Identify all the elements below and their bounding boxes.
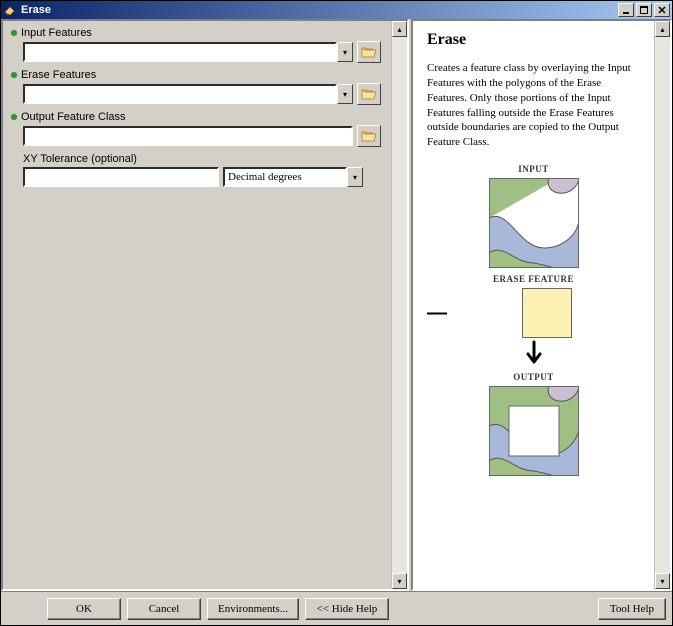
left-scrollbar[interactable]: ▴ ▾: [391, 21, 407, 589]
output-diagram-icon: [489, 386, 579, 476]
output-feature-class-browse-button[interactable]: [357, 125, 381, 147]
required-bullet-icon: [11, 72, 17, 78]
help-diagram: INPUT ERASE FEATURE: [427, 164, 640, 476]
cancel-button[interactable]: Cancel: [127, 598, 201, 620]
xy-tolerance-field[interactable]: [23, 167, 219, 187]
erase-features-browse-button[interactable]: [357, 83, 381, 105]
help-pane: Erase Creates a feature class by overlay…: [411, 19, 672, 591]
required-bullet-icon: [11, 114, 17, 120]
tool-help-button[interactable]: Tool Help: [598, 598, 666, 620]
right-scrollbar[interactable]: ▴ ▾: [654, 21, 670, 589]
xy-tolerance-unit-select[interactable]: Decimal degrees: [223, 167, 347, 187]
erase-features-field[interactable]: [23, 84, 337, 104]
parameters-pane: Input Features ▾ Erase Featur: [1, 19, 409, 591]
erase-tool-icon: [3, 3, 17, 17]
scroll-track[interactable]: [655, 37, 670, 573]
output-feature-class-field[interactable]: [23, 126, 353, 146]
folder-open-icon: [361, 129, 377, 143]
scroll-track[interactable]: [392, 37, 407, 573]
xy-tolerance-unit-dropdown[interactable]: ▾: [347, 167, 363, 187]
output-feature-class-label: Output Feature Class: [21, 111, 126, 123]
input-features-dropdown[interactable]: ▾: [337, 42, 353, 62]
diagram-output-label: OUTPUT: [427, 372, 640, 382]
help-title: Erase: [427, 31, 640, 49]
minus-icon: —: [427, 302, 447, 325]
minimize-button[interactable]: [618, 3, 634, 17]
dialog-window: Erase Input Features ▾: [0, 0, 673, 626]
maximize-button[interactable]: [636, 3, 652, 17]
window-title: Erase: [21, 4, 618, 16]
button-bar: OK Cancel Environments... << Hide Help T…: [1, 591, 672, 625]
folder-open-icon: [361, 45, 377, 59]
xy-tolerance-label: XY Tolerance (optional): [23, 153, 137, 165]
hide-help-button[interactable]: << Hide Help: [305, 598, 389, 620]
erase-features-label: Erase Features: [21, 69, 96, 81]
diagram-erase-label: ERASE FEATURE: [427, 274, 640, 284]
input-diagram-icon: [489, 178, 579, 268]
ok-button[interactable]: OK: [47, 598, 121, 620]
scroll-down-button[interactable]: ▾: [655, 573, 670, 589]
scroll-up-button[interactable]: ▴: [655, 21, 670, 37]
erase-features-dropdown[interactable]: ▾: [337, 84, 353, 104]
input-features-field[interactable]: [23, 42, 337, 62]
scroll-up-button[interactable]: ▴: [392, 21, 407, 37]
help-description: Creates a feature class by overlaying th…: [427, 61, 640, 150]
required-bullet-icon: [11, 30, 17, 36]
input-features-label: Input Features: [21, 27, 92, 39]
arrow-down-icon: [427, 340, 640, 366]
input-features-browse-button[interactable]: [357, 41, 381, 63]
scroll-down-button[interactable]: ▾: [392, 573, 407, 589]
close-button[interactable]: [654, 3, 670, 17]
title-bar[interactable]: Erase: [1, 1, 672, 19]
erase-feature-diagram-icon: [522, 288, 572, 338]
environments-button[interactable]: Environments...: [207, 598, 299, 620]
diagram-input-label: INPUT: [427, 164, 640, 174]
folder-open-icon: [361, 87, 377, 101]
